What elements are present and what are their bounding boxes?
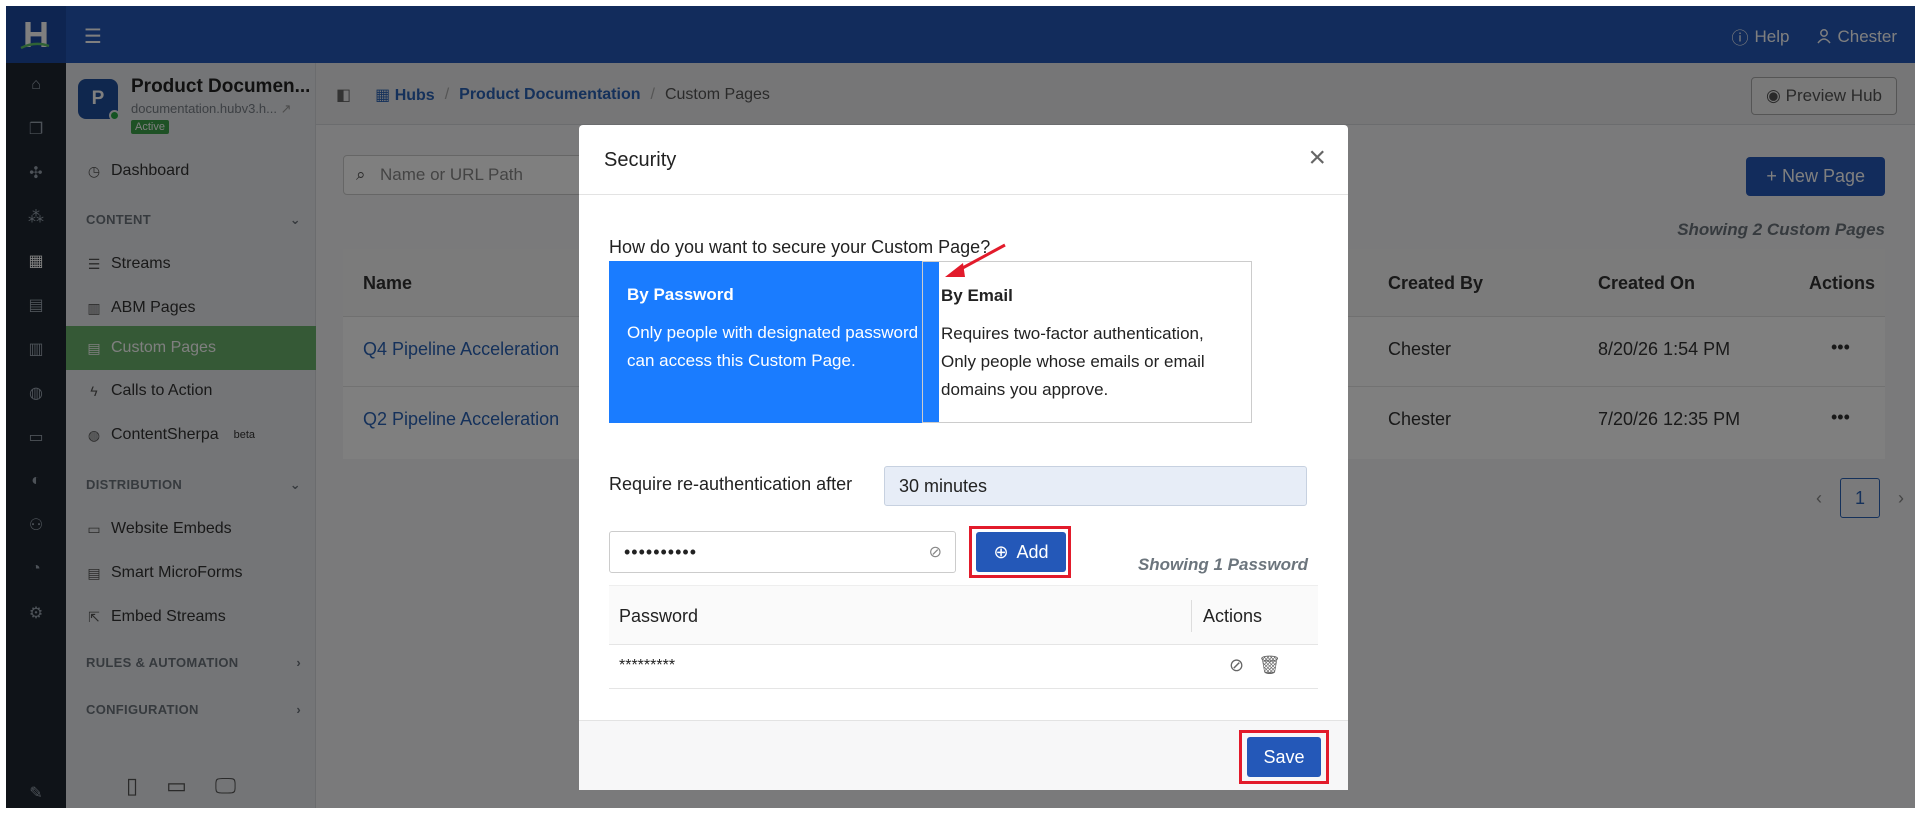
reauth-label: Require re-authentication after: [609, 474, 853, 494]
save-button[interactable]: Save: [1247, 737, 1321, 777]
option-by-email[interactable]: By Email Requires two-factor authenticat…: [922, 261, 1252, 423]
password-table-header: Password Actions: [609, 585, 1318, 645]
eye-slash-icon[interactable]: ⊘: [1229, 655, 1244, 676]
col-actions: Actions: [1203, 606, 1263, 626]
save-highlight: Save: [1239, 730, 1329, 784]
app-window: H ☰ ⓘHelp Chester ⌂ ❐ ✣ ⁂ ▦ ▤ ▥ ◍ ▭ ◐ ⚇ …: [6, 6, 1915, 808]
password-input[interactable]: •••••••••• ⊘: [609, 531, 956, 573]
security-question: How do you want to secure your Custom Pa…: [609, 237, 991, 257]
option-description: Requires two-factor authentication, Only…: [941, 324, 1205, 399]
add-highlight: ⊕ Add: [969, 526, 1071, 578]
close-icon[interactable]: ×: [1308, 141, 1326, 175]
option-title: By Email: [941, 286, 1013, 305]
masked-password: *********: [619, 657, 676, 674]
option-title: By Password: [627, 285, 734, 304]
modal-header: Security ×: [579, 125, 1348, 195]
trash-icon[interactable]: 🗑: [1258, 655, 1281, 676]
option-description: Only people with designated password can…: [627, 323, 919, 370]
plus-circle-icon: ⊕: [993, 541, 1009, 562]
add-password-button[interactable]: ⊕ Add: [976, 532, 1066, 572]
eye-slash-icon[interactable]: ⊘: [929, 542, 943, 562]
modal-title: Security: [604, 149, 677, 171]
annotation-arrow-icon: [945, 243, 1006, 277]
option-by-password[interactable]: By Password Only people with designated …: [609, 261, 939, 423]
modal-footer: Save: [579, 720, 1348, 790]
table-row: ********* ⊘ 🗑: [609, 645, 1318, 689]
security-modal: Security × How do you want to secure you…: [579, 125, 1348, 790]
password-count: Showing 1 Password: [1137, 555, 1308, 574]
reauth-select[interactable]: 30 minutes: [884, 466, 1307, 506]
col-password: Password: [619, 606, 699, 626]
